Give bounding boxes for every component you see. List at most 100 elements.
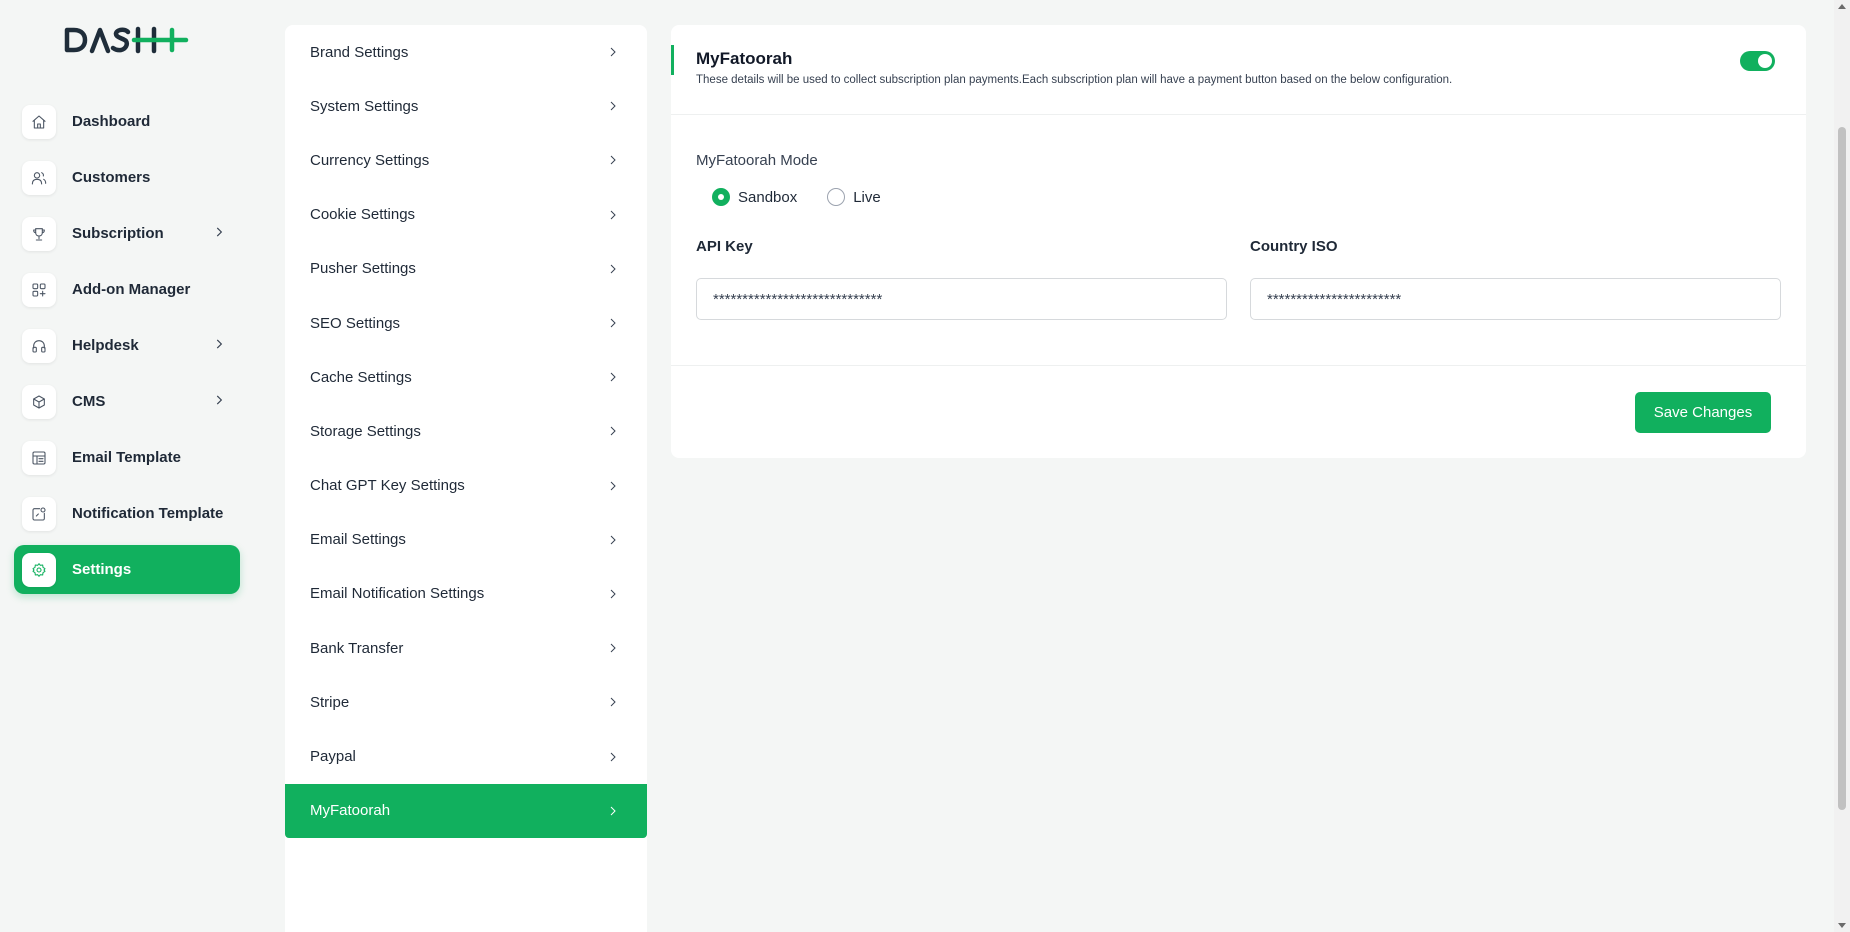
scrollbar-thumb[interactable] bbox=[1838, 127, 1846, 810]
grid-icon bbox=[22, 272, 56, 307]
chevron-right-icon bbox=[610, 752, 616, 761]
settings-menu-item-paypal[interactable]: Paypal bbox=[285, 729, 647, 783]
live-radio-label: Live bbox=[853, 188, 881, 206]
scroll-up-arrow-icon[interactable] bbox=[1838, 4, 1846, 9]
radio-dot bbox=[712, 188, 730, 206]
country-iso-input[interactable] bbox=[1250, 278, 1781, 320]
chevron-right-icon bbox=[610, 156, 616, 165]
settings-menu-label: Pusher Settings bbox=[310, 260, 416, 278]
settings-menu-item-system[interactable]: System Settings bbox=[285, 79, 647, 133]
settings-menu-label: Chat GPT Key Settings bbox=[310, 477, 465, 495]
template-icon bbox=[22, 440, 56, 475]
chevron-right-icon bbox=[610, 427, 616, 436]
settings-menu-label: Bank Transfer bbox=[310, 639, 404, 657]
sidebar-item-label: CMS bbox=[72, 393, 106, 410]
settings-menu-label: Brand Settings bbox=[310, 43, 409, 61]
sidebar-item-label: Notification Template bbox=[72, 505, 224, 522]
chevron-right-icon bbox=[610, 806, 616, 816]
sidebar-item-customers[interactable]: Customers bbox=[14, 153, 240, 202]
settings-menu-item-cache[interactable]: Cache Settings bbox=[285, 350, 647, 404]
settings-menu-item-myfatoorah[interactable]: MyFatoorah bbox=[285, 783, 647, 838]
settings-menu-item-storage[interactable]: Storage Settings bbox=[285, 404, 647, 458]
chevron-right-icon bbox=[610, 589, 616, 599]
sidebar-item-label: Customers bbox=[72, 169, 151, 186]
myfatoorah-settings-card: MyFatoorah These details will be used to… bbox=[671, 25, 1806, 458]
chevron-right-icon bbox=[610, 535, 616, 545]
sidebar-item-subscription[interactable]: Subscription bbox=[14, 209, 240, 258]
trophy-icon bbox=[22, 216, 56, 251]
card-description: These details will be used to collect su… bbox=[696, 74, 1453, 86]
mode-label: MyFatoorah Mode bbox=[696, 152, 818, 169]
notification-icon bbox=[22, 496, 56, 531]
headphones-icon bbox=[22, 328, 56, 363]
chevron-right-icon bbox=[610, 101, 616, 111]
settings-menu-item-cookie[interactable]: Cookie Settings bbox=[285, 188, 647, 242]
dash-logo[interactable] bbox=[64, 24, 190, 56]
settings-menu-label: MyFatoorah bbox=[310, 802, 391, 820]
sandbox-radio[interactable]: Sandbox bbox=[712, 188, 797, 206]
chevron-right-icon bbox=[610, 697, 616, 707]
sidebar-item-label: Email Template bbox=[72, 449, 181, 466]
radio-dot bbox=[827, 188, 846, 206]
settings-menu-item-email[interactable]: Email Settings bbox=[285, 513, 647, 567]
settings-menu-label: Cache Settings bbox=[310, 368, 412, 386]
sidebar-item-label: Helpdesk bbox=[72, 337, 139, 354]
sidebar-item-email-template[interactable]: Email Template bbox=[14, 433, 240, 482]
settings-menu-label: Cookie Settings bbox=[310, 206, 416, 224]
settings-menu-label: Storage Settings bbox=[310, 422, 421, 440]
chevron-right-icon bbox=[610, 210, 616, 220]
settings-menu-label: System Settings bbox=[310, 97, 419, 115]
sidebar-item-label: Dashboard bbox=[72, 113, 151, 130]
users-icon bbox=[22, 160, 56, 195]
settings-menu-item-brand[interactable]: Brand Settings bbox=[285, 25, 647, 79]
chevron-right-icon bbox=[610, 372, 616, 382]
chevron-right-icon bbox=[610, 47, 616, 57]
scroll-down-arrow-icon[interactable] bbox=[1838, 923, 1846, 928]
api-key-input[interactable] bbox=[696, 278, 1227, 320]
toggle-knob bbox=[1758, 54, 1772, 68]
save-changes-button[interactable]: Save Changes bbox=[1635, 392, 1771, 433]
card-title: MyFatoorah bbox=[696, 49, 793, 68]
sidebar-item-cms[interactable]: CMS bbox=[14, 377, 240, 426]
settings-menu-item-email-notification[interactable]: Email Notification Settings bbox=[285, 567, 647, 621]
settings-menu-label: Stripe bbox=[310, 693, 350, 711]
api-key-label: API Key bbox=[696, 238, 753, 255]
settings-menu-label: Currency Settings bbox=[310, 151, 430, 169]
chevron-right-icon bbox=[610, 264, 616, 274]
card-body: MyFatoorah Mode Sandbox Live API Key Cou… bbox=[671, 115, 1806, 366]
page-scrollbar[interactable] bbox=[1834, 0, 1850, 932]
sidebar-item-addon-manager[interactable]: Add-on Manager bbox=[14, 265, 240, 314]
sandbox-radio-label: Sandbox bbox=[738, 188, 798, 206]
settings-menu-label: Paypal bbox=[310, 748, 356, 766]
title-accent-bar bbox=[671, 45, 674, 75]
sidebar-item-settings[interactable]: Settings bbox=[14, 545, 240, 594]
sidebar-item-label: Add-on Manager bbox=[72, 281, 191, 298]
chevron-right-icon bbox=[610, 481, 616, 490]
chevron-right-icon bbox=[610, 643, 616, 653]
settings-menu-item-chatgpt[interactable]: Chat GPT Key Settings bbox=[285, 459, 647, 513]
sidebar-item-helpdesk[interactable]: Helpdesk bbox=[14, 321, 240, 370]
country-iso-label: Country ISO bbox=[1250, 238, 1338, 255]
settings-menu-item-bank-transfer[interactable]: Bank Transfer bbox=[285, 621, 647, 675]
settings-menu-item-currency[interactable]: Currency Settings bbox=[285, 133, 647, 187]
chevron-right-icon bbox=[212, 337, 226, 351]
settings-menu-item-pusher[interactable]: Pusher Settings bbox=[285, 242, 647, 296]
settings-menu-item-stripe[interactable]: Stripe bbox=[285, 675, 647, 729]
settings-menu-item-seo[interactable]: SEO Settings bbox=[285, 296, 647, 350]
enable-toggle[interactable] bbox=[1740, 51, 1775, 71]
settings-menu-label: Email Settings bbox=[310, 531, 406, 549]
settings-menu: Brand Settings System Settings Currency … bbox=[285, 25, 647, 932]
card-header: MyFatoorah These details will be used to… bbox=[671, 25, 1806, 115]
settings-menu-label: Email Notification Settings bbox=[310, 585, 485, 603]
settings-menu-label: SEO Settings bbox=[310, 314, 401, 332]
home-icon bbox=[22, 104, 56, 139]
sidebar-item-notification-template[interactable]: Notification Template bbox=[14, 489, 240, 538]
chevron-right-icon bbox=[212, 393, 226, 407]
chevron-right-icon bbox=[212, 225, 226, 239]
gear-icon bbox=[22, 552, 56, 587]
chevron-right-icon bbox=[610, 318, 616, 328]
cube-icon bbox=[22, 384, 56, 419]
live-radio[interactable]: Live bbox=[827, 188, 881, 206]
sidebar-nav: Dashboard Customers Subscription Add-on … bbox=[14, 97, 240, 601]
sidebar-item-dashboard[interactable]: Dashboard bbox=[14, 97, 240, 146]
